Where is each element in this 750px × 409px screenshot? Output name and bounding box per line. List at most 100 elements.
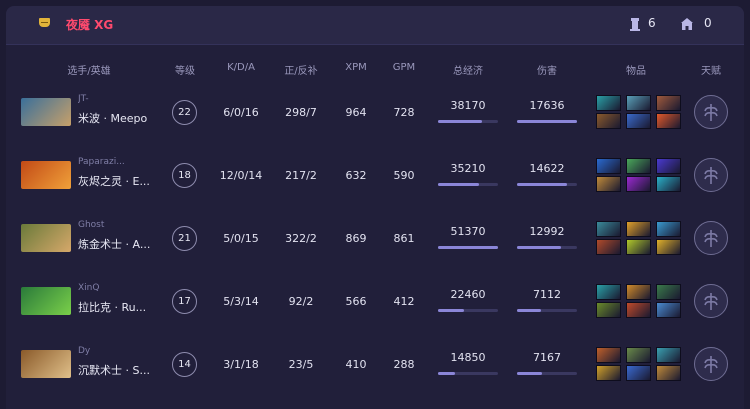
gpm-value: 728 [393,106,415,119]
item-icon[interactable] [626,176,651,192]
networth-value: 22460 [450,288,486,301]
col-player-hero: 选手/英雄 [67,66,111,77]
networth-bar [438,120,498,123]
item-icon[interactable] [656,158,681,174]
item-icon[interactable] [596,365,621,381]
col-gpm: GPM [392,62,416,73]
kda-value: 6/0/16 [223,106,259,119]
damage-bar [517,120,577,123]
networth-bar-fill [438,309,465,312]
team-name: 夜魇 XG [66,18,114,32]
item-icon[interactable] [596,158,621,174]
team-logo [39,18,50,27]
item-icon[interactable] [596,239,621,255]
item-grid [596,284,681,318]
item-icon[interactable] [656,365,681,381]
item-icon[interactable] [656,284,681,300]
player-name[interactable]: JT- [78,94,158,104]
talent-tree-icon[interactable] [694,284,728,318]
hero-portrait[interactable] [21,287,71,315]
team-scoreboard: 夜魇 XG 6 0 选手/英雄 等级 K/D/A 正/反补 XPM GPM 总经… [6,6,744,409]
col-talent: 天赋 [701,66,721,77]
damage-bar-fill [517,372,542,375]
item-icon[interactable] [626,302,651,318]
item-icon[interactable] [626,95,651,111]
networth-value: 38170 [450,99,486,112]
hero-level-badge: 14 [172,352,197,377]
kda-value: 5/0/15 [223,232,259,245]
damage-bar-fill [517,183,567,186]
networth-bar [438,309,498,312]
hero-name: 炼金术士 · A... [78,238,151,251]
networth-bar-fill [438,120,483,123]
damage-value: 17636 [529,99,565,112]
player-name[interactable]: Paparazi... [78,157,158,167]
item-icon[interactable] [656,113,681,129]
item-icon[interactable] [596,302,621,318]
last-hits-denies-value: 92/2 [288,295,314,308]
item-icon[interactable] [656,302,681,318]
barracks-icon [681,18,693,30]
hero-name: 灰烬之灵 · E... [78,175,150,188]
item-icon[interactable] [626,284,651,300]
item-icon[interactable] [626,347,651,363]
col-damage: 伤害 [537,66,557,77]
item-icon[interactable] [596,113,621,129]
networth-bar [438,246,498,249]
gpm-value: 861 [393,232,415,245]
player-name[interactable]: XinQ [78,283,158,293]
player-row[interactable]: JT- 米波 · Meepo 22 6/0/16 298/7 964 728 38170 176… [6,83,744,143]
hero-portrait[interactable] [21,98,71,126]
xpm-value: 632 [345,169,367,182]
player-name[interactable]: Dy [78,346,158,356]
damage-value: 12992 [529,225,565,238]
networth-bar [438,183,498,186]
talent-tree-icon[interactable] [694,95,728,129]
xpm-value: 410 [345,358,367,371]
networth-bar-fill [438,183,480,186]
barracks-count: 0 [704,16,712,30]
last-hits-denies-value: 322/2 [285,232,317,245]
player-name[interactable]: Ghost [78,220,158,230]
item-icon[interactable] [596,284,621,300]
talent-tree-icon[interactable] [694,221,728,255]
talent-tree-icon[interactable] [694,347,728,381]
kda-value: 5/3/14 [223,295,259,308]
player-row[interactable]: XinQ 拉比克 · Ru... 17 5/3/14 92/2 566 412 22460 71… [6,272,744,332]
gpm-value: 288 [393,358,415,371]
item-icon[interactable] [656,95,681,111]
player-row[interactable]: Paparazi... 灰烬之灵 · E... 18 12/0/14 217/2 632 5… [6,146,744,206]
item-icon[interactable] [626,158,651,174]
damage-bar-fill [517,120,577,123]
item-icon[interactable] [656,347,681,363]
player-row[interactable]: Dy 沉默术士 · S... 14 3/1/18 23/5 410 288 14850 7167 [6,335,744,395]
item-icon[interactable] [626,113,651,129]
col-xpm: XPM [345,62,367,73]
kda-value: 12/0/14 [219,169,263,182]
networth-bar-fill [438,246,498,249]
item-icon[interactable] [656,176,681,192]
item-icon[interactable] [596,347,621,363]
item-grid [596,95,681,129]
item-icon[interactable] [596,176,621,192]
talent-tree-icon[interactable] [694,158,728,192]
item-icon[interactable] [626,365,651,381]
hero-portrait[interactable] [21,350,71,378]
xpm-value: 964 [345,106,367,119]
networth-value: 14850 [450,351,486,364]
networth-bar [438,372,498,375]
damage-value: 14622 [529,162,565,175]
hero-portrait[interactable] [21,161,71,189]
damage-bar [517,183,577,186]
player-row[interactable]: Ghost 炼金术士 · A... 21 5/0/15 322/2 869 861 51370… [6,209,744,269]
hero-portrait[interactable] [21,224,71,252]
item-icon[interactable] [596,221,621,237]
item-icon[interactable] [656,239,681,255]
xpm-value: 869 [345,232,367,245]
item-icon[interactable] [596,95,621,111]
item-icon[interactable] [656,221,681,237]
item-icon[interactable] [626,221,651,237]
item-icon[interactable] [626,239,651,255]
damage-bar-fill [517,309,541,312]
damage-bar [517,372,577,375]
